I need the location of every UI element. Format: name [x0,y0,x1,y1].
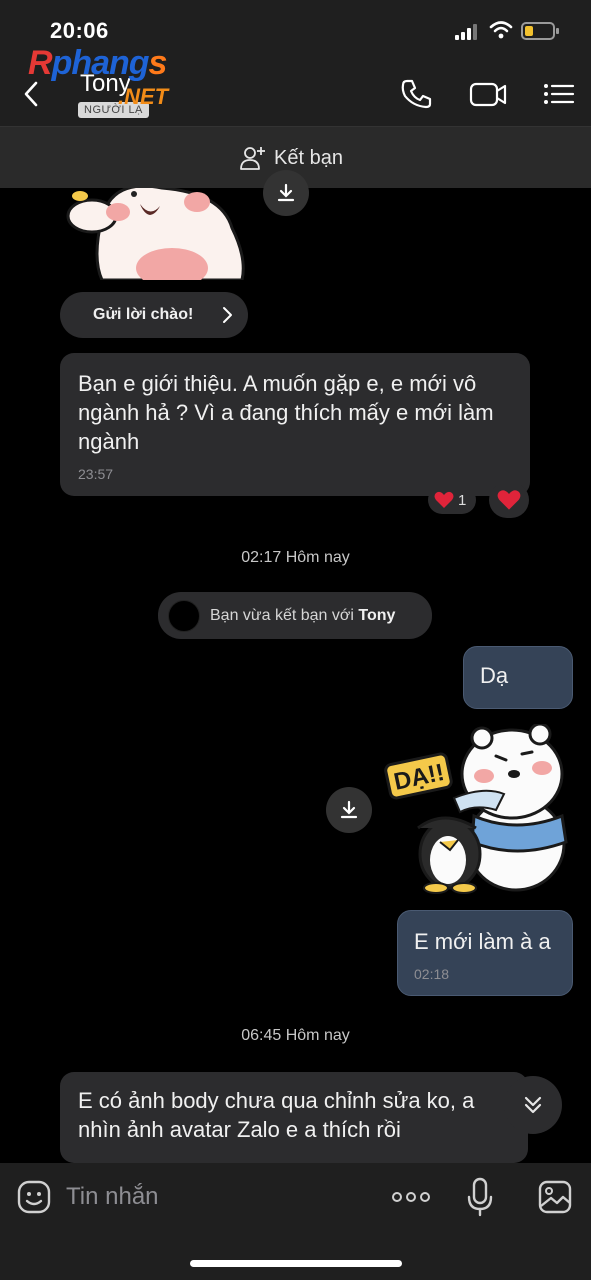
phone-icon[interactable] [398,76,434,112]
date-separator: 06:45 Hôm nay [241,1027,350,1044]
message-text: Bạn e giới thiệu. A muốn gặp e, e mới vô… [78,371,494,454]
message-time: 02:18 [414,966,450,982]
send-greeting-label: Gửi lời chào! [93,306,194,323]
message-text: Dạ [480,663,509,688]
message-bubble-incoming[interactable]: Bạn e giới thiệu. A muốn gặp e, e mới vô… [60,353,530,496]
bear-penguin-sticker[interactable]: DẠ!! [384,724,574,896]
chevron-right-icon [223,307,232,323]
heart-icon [497,490,521,510]
add-friend-label: Kết bạn [274,146,343,169]
reaction-count: 1 [458,491,467,509]
image-icon[interactable] [537,1179,573,1215]
notice-text: Bạn vừa kết bạn với [210,606,359,624]
watermark-logo: Rphangs [28,44,167,82]
video-call-icon[interactable] [468,76,508,112]
wifi-icon [489,21,513,39]
message-bubble-outgoing[interactable]: E mới làm à a 02:18 [397,910,573,996]
sticker-icon[interactable] [16,1179,52,1215]
home-indicator[interactable] [190,1260,402,1267]
react-button[interactable] [489,482,529,518]
message-text: E mới làm à a [414,929,551,954]
message-input[interactable] [66,1177,366,1217]
menu-icon[interactable] [542,76,576,112]
battery-icon [521,22,559,40]
download-button[interactable] [263,170,309,216]
message-time: 23:57 [78,466,114,482]
signal-icon [455,24,481,40]
reaction-summary[interactable]: 1 [428,486,476,514]
more-options-icon[interactable] [391,1187,431,1207]
download-icon [340,800,358,819]
download-icon [277,183,295,202]
send-greeting-button[interactable]: Gửi lời chào! [60,292,248,338]
scroll-to-bottom-button[interactable] [504,1076,562,1134]
message-bubble-incoming[interactable]: E có ảnh body chưa qua chỉnh sửa ko, a n… [60,1072,528,1163]
bear-sticker[interactable] [62,188,250,280]
download-button[interactable] [326,787,372,833]
avatar [168,599,200,632]
add-user-icon [240,147,265,170]
chevron-double-down-icon [524,1096,542,1114]
status-time: 20:06 [50,18,109,43]
watermark-net: .NET [118,84,169,109]
message-bubble-outgoing[interactable]: Dạ [463,646,573,709]
message-text: E có ảnh body chưa qua chỉnh sửa ko, a n… [78,1088,475,1142]
microphone-icon[interactable] [466,1177,494,1217]
date-separator: 02:17 Hôm nay [241,549,350,566]
message-composer [0,1163,591,1280]
friend-added-notice: Bạn vừa kết bạn với Tony [158,592,432,639]
notice-name: Tony [358,606,396,624]
heart-icon [434,491,454,508]
